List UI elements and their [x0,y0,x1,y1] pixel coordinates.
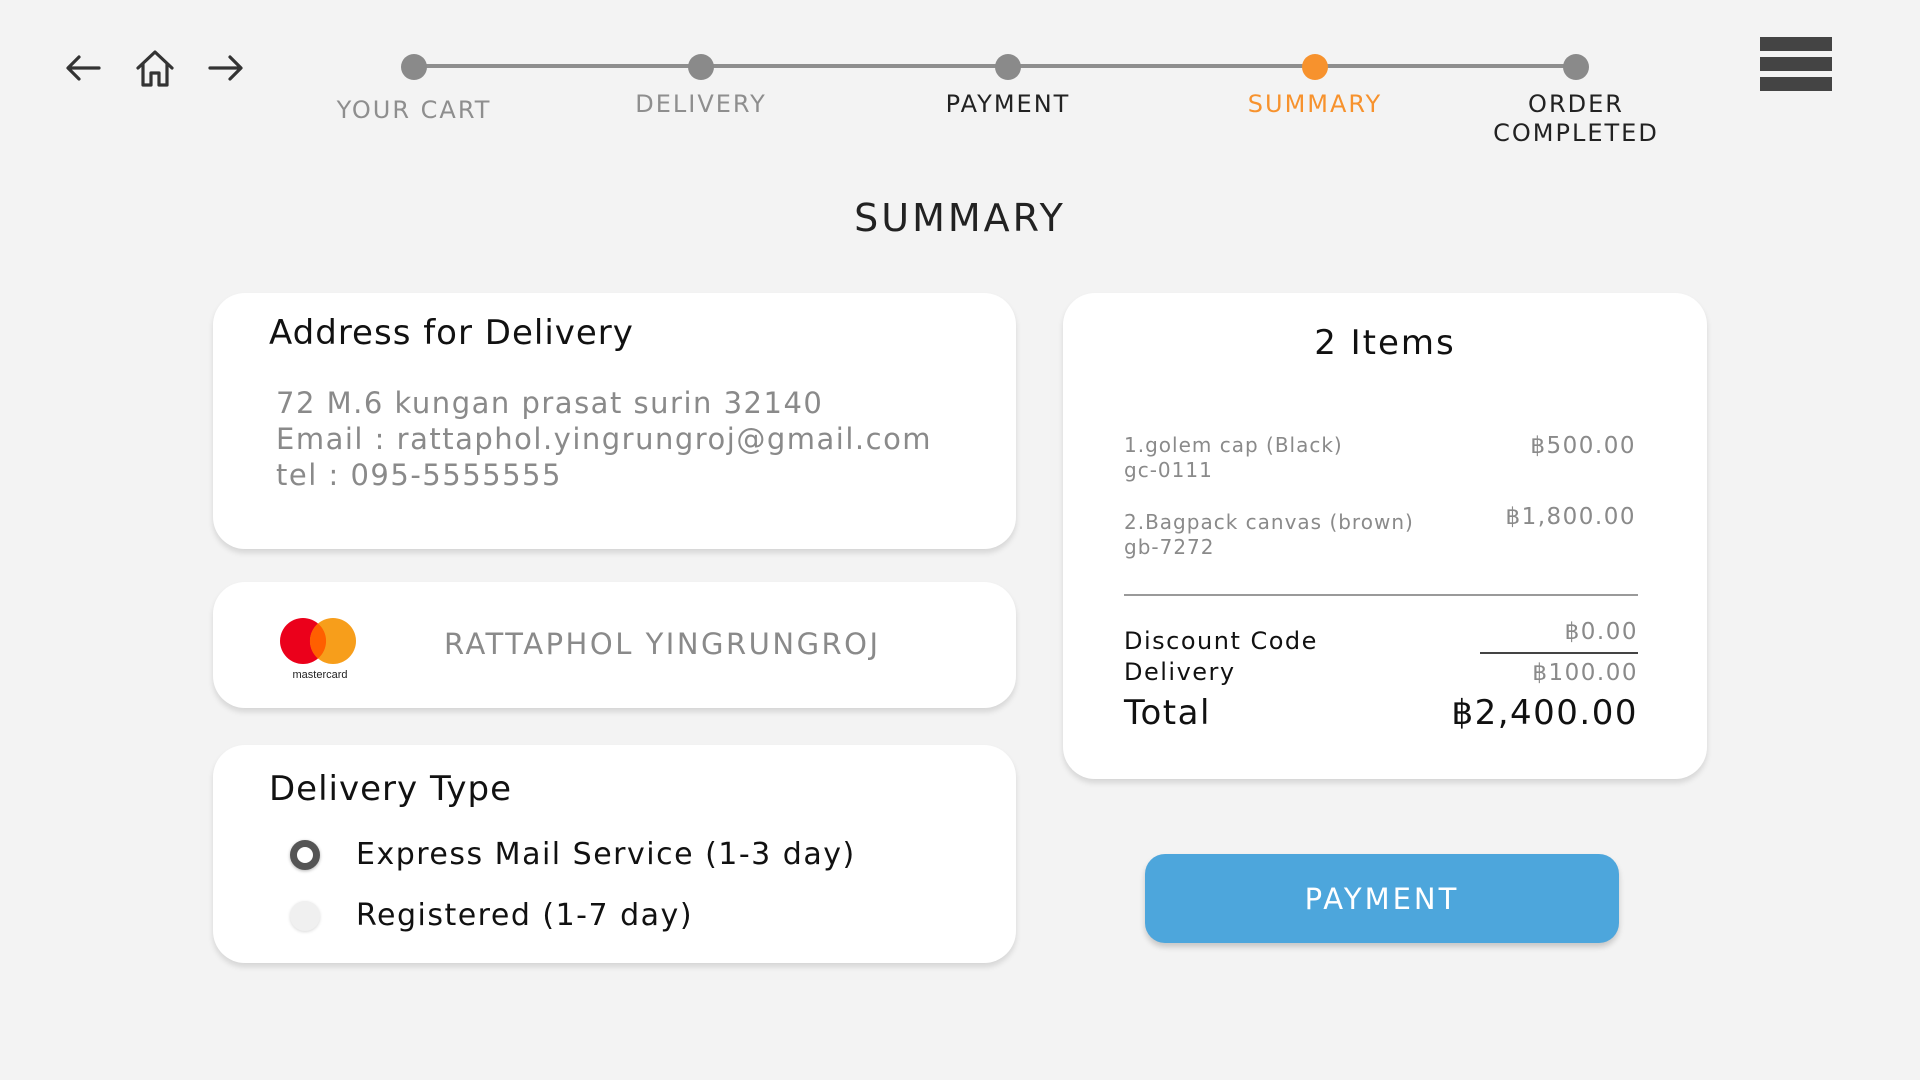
hamburger-menu-icon[interactable] [1760,37,1832,95]
address-card: Address for Delivery 72 M.6 kungan prasa… [213,293,1016,549]
mastercard-wordmark: mastercard [292,669,347,681]
delivery-option-label: Express Mail Service (1-3 day) [356,837,856,872]
total-label: Total [1124,693,1211,733]
list-item: 1.golem cap (Black) gc-0111 ฿500.00 [1124,433,1638,483]
item-price: ฿500.00 [1530,433,1636,459]
delivery-option-label: Registered (1-7 day) [356,898,694,933]
menu-bar [1760,37,1832,51]
list-item: 2.Bagpack canvas (brown) gb-7272 ฿1,800.… [1124,504,1638,560]
radio-unselected[interactable] [290,900,320,931]
item-sku: gb-7272 [1124,535,1215,559]
payment-method-card[interactable]: mastercard RATTAPHOL YINGRUNGROJ [213,582,1016,708]
delivery-type-card: Delivery Type Express Mail Service (1-3 … [213,745,1016,963]
total-value: ฿2,400.00 [1451,693,1638,733]
payment-button[interactable]: PAYMENT [1145,854,1619,943]
discount-code-value[interactable]: ฿0.00 [1565,619,1638,645]
cardholder-name: RATTAPHOL YINGRUNGROJ [444,627,881,661]
page-title: SUMMARY [854,196,1066,240]
mastercard-logo-icon: mastercard [279,616,361,682]
step-dot [401,54,427,80]
delivery-type-heading: Delivery Type [269,769,513,809]
delivery-option-express[interactable]: Express Mail Service (1-3 day) [290,837,856,872]
delivery-fee-label: Delivery [1124,658,1236,686]
step-dot [688,54,714,80]
menu-bar [1760,57,1832,71]
step-label: ORDER COMPLETED [1493,90,1659,147]
menu-bar [1760,77,1832,91]
address-line: 72 M.6 kungan prasat surin 32140 [276,386,824,420]
step-label: PAYMENT [945,90,1071,118]
discount-code-label: Discount Code [1124,627,1318,655]
items-count-title: 2 Items [1314,323,1456,363]
discount-input-underline [1480,652,1638,654]
step-label: DELIVERY [635,90,767,118]
step-dot [995,54,1021,80]
address-heading: Address for Delivery [269,313,634,353]
delivery-option-registered[interactable]: Registered (1-7 day) [290,898,693,933]
delivery-fee-value: ฿100.00 [1532,660,1638,686]
address-details: 72 M.6 kungan prasat surin 32140 Email :… [276,385,932,493]
forward-arrow-icon[interactable] [202,44,250,92]
summary-divider [1124,594,1638,596]
item-sku: gc-0111 [1124,458,1213,482]
home-icon[interactable] [131,44,179,92]
item-price: ฿1,800.00 [1505,504,1636,530]
step-label: YOUR CART [336,96,492,124]
email-line: Email : rattaphol.yingrungroj@gmail.com [276,422,933,456]
phone-line: tel : 095-5555555 [276,458,562,492]
order-summary-card: 2 Items 1.golem cap (Black) gc-0111 ฿500… [1063,293,1707,779]
back-arrow-icon[interactable] [59,44,107,92]
step-dot [1302,54,1328,80]
radio-selected[interactable] [290,839,320,870]
step-dot [1563,54,1589,80]
